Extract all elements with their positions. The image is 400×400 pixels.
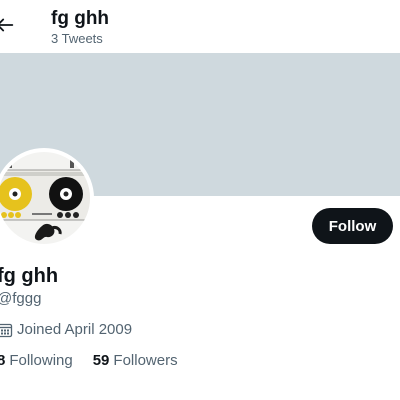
arrow-left-icon xyxy=(0,18,14,32)
joined-date-text: Joined April 2009 xyxy=(17,321,133,338)
followers-label: Followers xyxy=(113,352,178,369)
back-button[interactable] xyxy=(0,12,18,38)
avatar[interactable] xyxy=(0,148,94,248)
avatar-cassette-image xyxy=(0,152,90,244)
calendar-icon xyxy=(0,322,13,338)
follow-button[interactable]: Follow xyxy=(312,208,393,244)
follow-stats: 8 Following 59 Followers xyxy=(0,351,198,371)
following-label: Following xyxy=(9,352,73,369)
followers-link[interactable]: 59 Followers xyxy=(93,351,178,371)
following-link[interactable]: 8 Following xyxy=(0,351,73,371)
following-count: 8 xyxy=(0,352,6,369)
profile-header-bar: fg ghh 3 Tweets xyxy=(0,0,400,53)
followers-count: 59 xyxy=(92,352,110,369)
profile-handle: @fggg xyxy=(0,290,42,307)
profile-page: fg ghh 3 Tweets Follow fg ghh @fggg Join… xyxy=(0,0,400,400)
header-tweet-count: 3 Tweets xyxy=(51,31,103,46)
header-profile-name: fg ghh xyxy=(51,8,110,29)
joined-date: Joined April 2009 xyxy=(0,320,132,340)
profile-display-name: fg ghh xyxy=(0,265,59,287)
